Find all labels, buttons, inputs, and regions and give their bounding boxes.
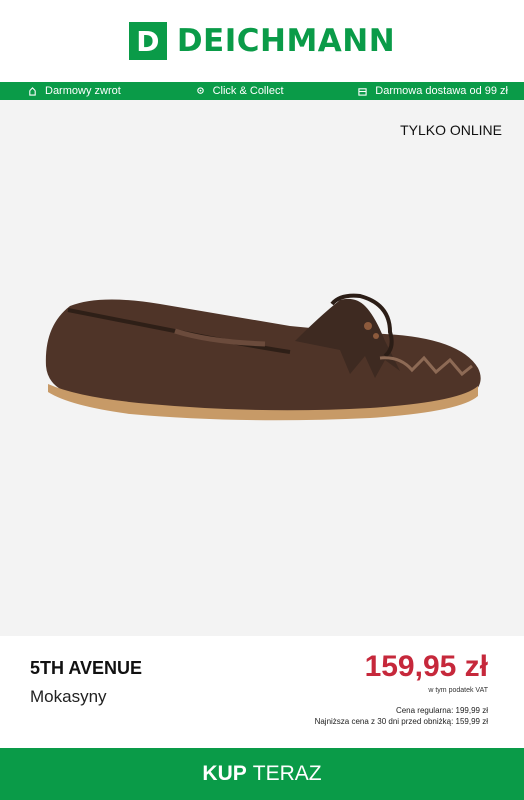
benefit-free-return: Darmowy zwrot — [28, 85, 121, 97]
product-brand[interactable]: 5TH AVENUE — [30, 658, 142, 679]
benefit-free-delivery: Darmowa dostawa od 99 zł — [358, 85, 508, 97]
product-category: Mokasyny — [30, 687, 107, 706]
logo-wordmark: DEICHMANN — [176, 23, 396, 59]
product-price: 159,95 zł — [364, 650, 488, 683]
buy-now-rest: TERAZ — [252, 762, 322, 785]
benefit-click-collect: Click & Collect — [196, 85, 284, 97]
location-pin-icon — [196, 86, 204, 94]
deichmann-logo[interactable]: D DEICHMANN — [128, 22, 396, 60]
lowest-price-30-days: Najniższa cena z 30 dni przed obniżką: 1… — [314, 717, 488, 726]
delivery-box-icon — [358, 87, 367, 96]
online-only-badge: TYLKO ONLINE — [400, 122, 502, 138]
regular-price: Cena regularna: 199,99 zł — [395, 706, 488, 715]
return-icon — [29, 86, 36, 96]
moccasin-shoe-image — [45, 293, 481, 421]
product-image-area[interactable]: TYLKO ONLINE — [0, 100, 524, 636]
vat-note: w tym podatek VAT — [428, 687, 488, 694]
benefits-bar: Darmowy zwrot Click & Collect Darmowa do… — [0, 82, 524, 100]
buy-now-bold: KUP — [202, 762, 247, 785]
logo-mark: D — [128, 22, 167, 60]
header: D DEICHMANN — [0, 0, 524, 82]
buy-now-button[interactable]: KUP TERAZ — [0, 748, 524, 800]
product-info: 5TH AVENUE Mokasyny 159,95 zł w tym poda… — [0, 636, 524, 748]
